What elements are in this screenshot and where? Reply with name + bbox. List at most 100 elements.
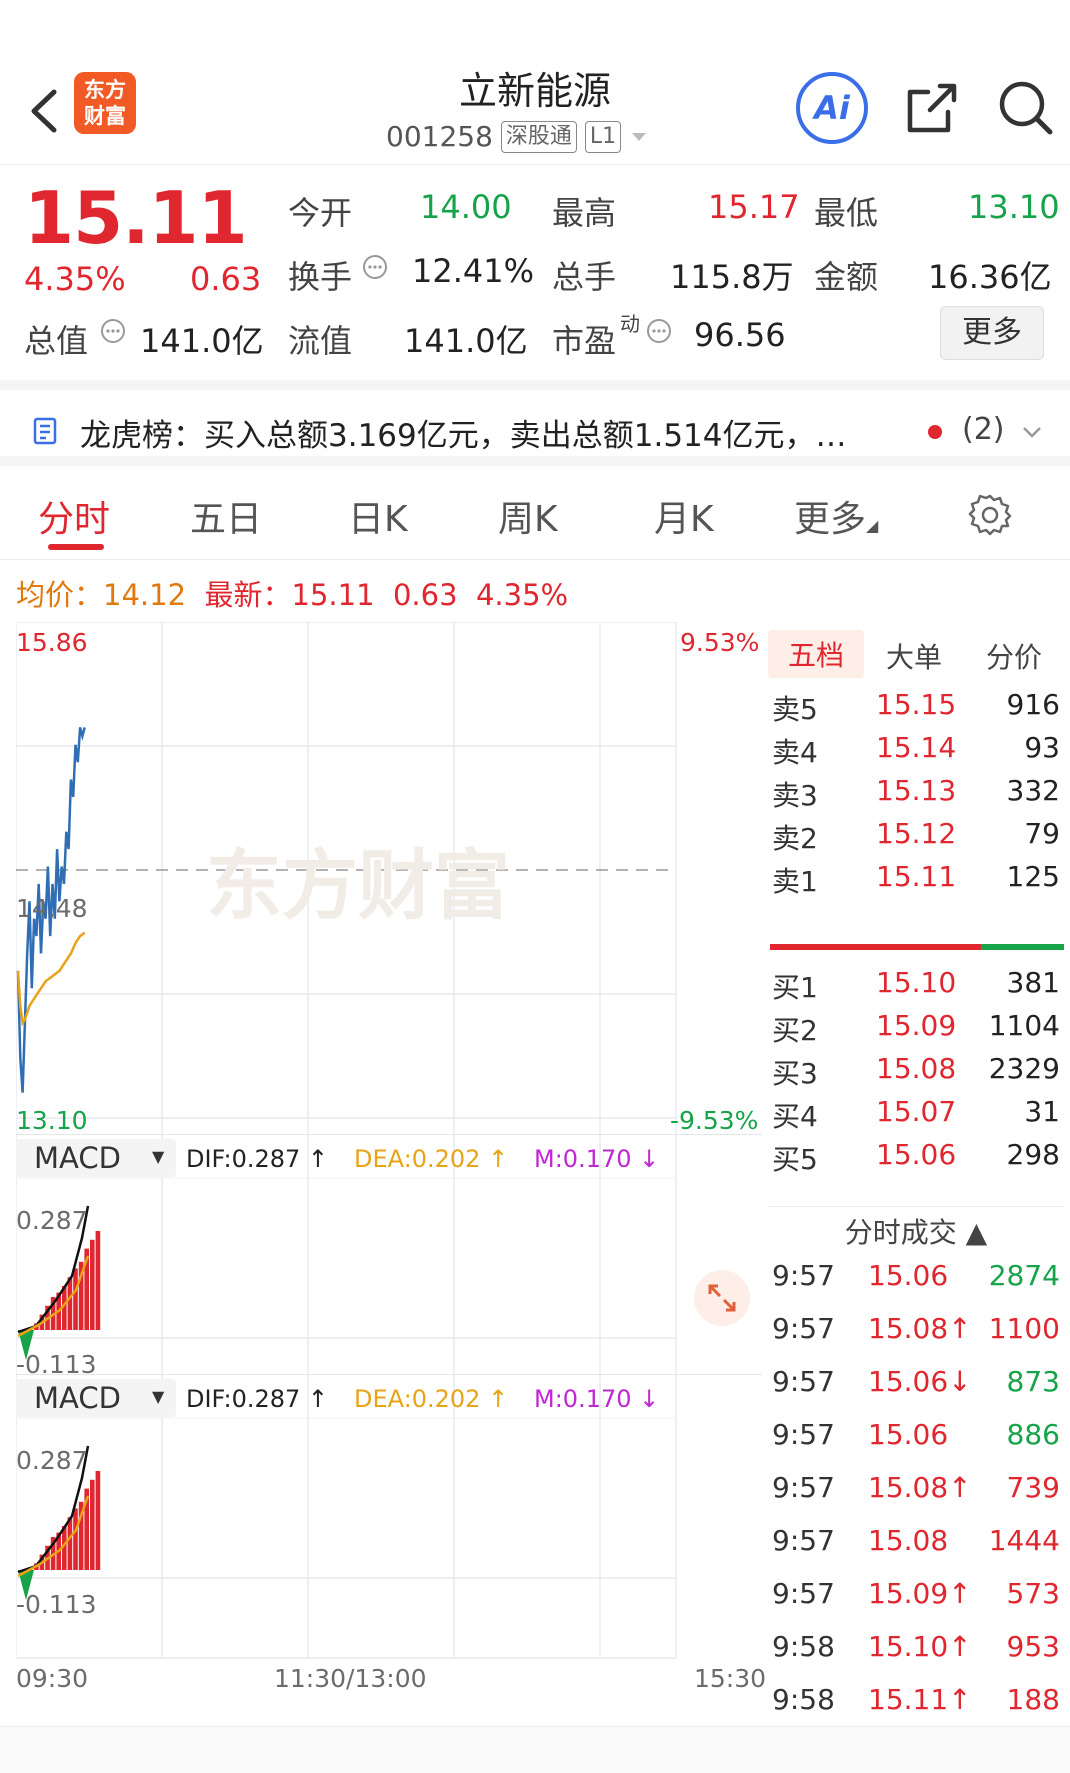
tick-trades-title[interactable]: 分时成交 ▲ — [768, 1211, 1064, 1251]
tick-price: 15.08 — [868, 1524, 949, 1557]
macd-bar — [67, 1277, 73, 1330]
ask-row[interactable]: 卖4 15.14 93 — [768, 731, 1064, 779]
level-label: 买4 — [772, 1100, 818, 1133]
tick-price: 15.09↑ — [868, 1577, 972, 1610]
macd-bar — [95, 1471, 101, 1570]
macd-bottom-label-2: -0.113 — [16, 1590, 97, 1619]
header: 东方 财富 立新能源 001258 深股通 L1 Ai — [0, 40, 1070, 165]
tab-big-orders[interactable]: 大单 — [886, 636, 942, 676]
info-dots-icon[interactable] — [646, 318, 672, 344]
level-volume: 125 — [1006, 860, 1060, 893]
tick-volume: 1444 — [988, 1524, 1060, 1557]
tab-monthly-k[interactable]: 月K — [654, 490, 714, 542]
tab-five-day[interactable]: 五日 — [190, 490, 262, 542]
ai-button[interactable]: Ai — [796, 72, 868, 144]
market-cap-value: 141.0亿 — [140, 322, 264, 360]
average-price-line: 均价：14.12 最新：15.11 0.63 4.35% — [16, 572, 568, 614]
info-dots-icon[interactable] — [362, 254, 388, 280]
level-price: 15.13 — [876, 774, 957, 807]
y-mid-label: 14.48 — [16, 894, 88, 923]
macd-dea-2: DEA:0.202 ↑ — [354, 1385, 509, 1413]
sell-ratio-fill — [981, 944, 1064, 950]
tick-row: 9:57 15.08↑ 1100 — [768, 1312, 1064, 1364]
info-dots-icon[interactable] — [100, 318, 126, 344]
search-icon[interactable] — [994, 76, 1058, 140]
level-label: 卖1 — [772, 865, 818, 898]
open-value: 14.00 — [420, 188, 512, 226]
dropdown-caret-icon[interactable] — [629, 130, 649, 144]
bid-row[interactable]: 买3 15.08 2329 — [768, 1052, 1064, 1100]
tab-more[interactable]: 更多◢ — [794, 490, 878, 542]
chevron-down-icon[interactable] — [1020, 420, 1044, 444]
level-volume: 1104 — [988, 1009, 1060, 1042]
level-price: 15.07 — [876, 1095, 957, 1128]
ask-row[interactable]: 卖3 15.13 332 — [768, 774, 1064, 822]
macd-select-2[interactable]: MACD ▼ — [16, 1379, 176, 1417]
tick-price: 15.08↑ — [868, 1471, 972, 1504]
ask-row[interactable]: 卖2 15.12 79 — [768, 817, 1064, 865]
tick-volume: 873 — [1006, 1365, 1060, 1398]
dragon-tiger-banner[interactable]: 龙虎榜：买入总额3.169亿元，卖出总额1.514亿元，… (2) — [0, 380, 1070, 466]
volume-value: 115.8万 — [670, 258, 794, 296]
tab-five-levels[interactable]: 五档 — [768, 630, 865, 678]
level-label: 买5 — [772, 1143, 818, 1176]
tick-price: 15.10↑ — [868, 1630, 972, 1663]
x-label-close: 15:30 — [694, 1664, 767, 1693]
ask-row[interactable]: 卖1 15.11 125 — [768, 860, 1064, 908]
tab-weekly-k[interactable]: 周K — [498, 490, 558, 542]
level-price: 15.10 — [876, 966, 957, 999]
amount-label: 金额 — [814, 258, 879, 296]
high-value: 15.17 — [708, 188, 800, 226]
x-label-open: 09:30 — [16, 1664, 89, 1693]
caret-down-icon: ▼ — [152, 1387, 165, 1406]
bid-row[interactable]: 买2 15.09 1104 — [768, 1009, 1064, 1057]
watermark: 东方财富 — [206, 841, 510, 930]
order-book: 五档 大单 分价 卖5 15.15 916 卖4 15.14 93 卖3 15.13 332 卖2… — [768, 626, 1064, 1186]
tick-time: 9:57 — [772, 1418, 835, 1451]
macd-bar — [73, 1268, 78, 1330]
level-label: 卖4 — [772, 736, 818, 769]
macd-name-2: MACD — [34, 1381, 121, 1415]
macd-dea-1: DEA:0.202 ↑ — [354, 1145, 509, 1173]
float-cap-value: 141.0亿 — [404, 322, 528, 360]
intraday-chart[interactable]: 东方财富 15.86 14.48 13.10 9.53% -9.53% MACD… — [15, 621, 766, 1712]
high-label: 最高 — [552, 194, 617, 232]
low-value: 13.10 — [968, 188, 1060, 226]
tick-volume: 886 — [1006, 1418, 1060, 1451]
tab-price-dist[interactable]: 分价 — [986, 636, 1042, 676]
quote-panel: 15.11 4.35% 0.63 今开 14.00 最高 15.17 最低 13… — [0, 168, 1070, 378]
ask-row[interactable]: 卖5 15.15 916 — [768, 688, 1064, 736]
tab-daily-k[interactable]: 日K — [348, 490, 408, 542]
tick-time: 9:58 — [772, 1683, 835, 1716]
tick-row: 9:57 15.06 2874 — [768, 1259, 1064, 1311]
macd-dif-2: DIF:0.287 ↑ — [186, 1385, 329, 1413]
level-volume: 332 — [1006, 774, 1060, 807]
expand-arrows-icon — [708, 1284, 736, 1312]
volume-label: 总手 — [552, 258, 617, 296]
macd-header-2: MACD ▼ DIF:0.287 ↑ DEA:0.202 ↑ M:0.170 ↓ — [16, 1374, 762, 1418]
level-price: 15.14 — [876, 731, 957, 764]
pe-value: 96.56 — [694, 316, 786, 354]
bid-row[interactable]: 买5 15.06 298 — [768, 1138, 1064, 1186]
tab-intraday[interactable]: 分时 — [38, 490, 110, 542]
expand-button[interactable] — [694, 1270, 750, 1326]
tick-time: 9:58 — [772, 1630, 835, 1663]
pe-dynamic-sup: 动 — [620, 312, 640, 336]
level-volume: 79 — [1024, 817, 1060, 850]
buy-sell-ratio-bar — [770, 944, 1064, 950]
float-cap-label: 流值 — [288, 322, 353, 360]
turnover-value: 12.41% — [412, 252, 535, 290]
tick-time: 9:57 — [772, 1577, 835, 1610]
share-icon[interactable] — [900, 76, 964, 140]
bid-row[interactable]: 买4 15.07 31 — [768, 1095, 1064, 1143]
macd-select-1[interactable]: MACD ▼ — [16, 1139, 176, 1177]
tick-row: 9:57 15.08 1444 — [768, 1524, 1064, 1576]
tick-time: 9:57 — [772, 1259, 835, 1292]
gear-icon[interactable] — [966, 490, 1014, 538]
tick-volume: 573 — [1006, 1577, 1060, 1610]
tick-time: 9:57 — [772, 1524, 835, 1557]
level-tag: L1 — [584, 120, 622, 153]
change-percent: 4.35% — [24, 260, 126, 298]
more-button[interactable]: 更多 — [940, 306, 1044, 360]
bid-row[interactable]: 买1 15.10 381 — [768, 966, 1064, 1014]
